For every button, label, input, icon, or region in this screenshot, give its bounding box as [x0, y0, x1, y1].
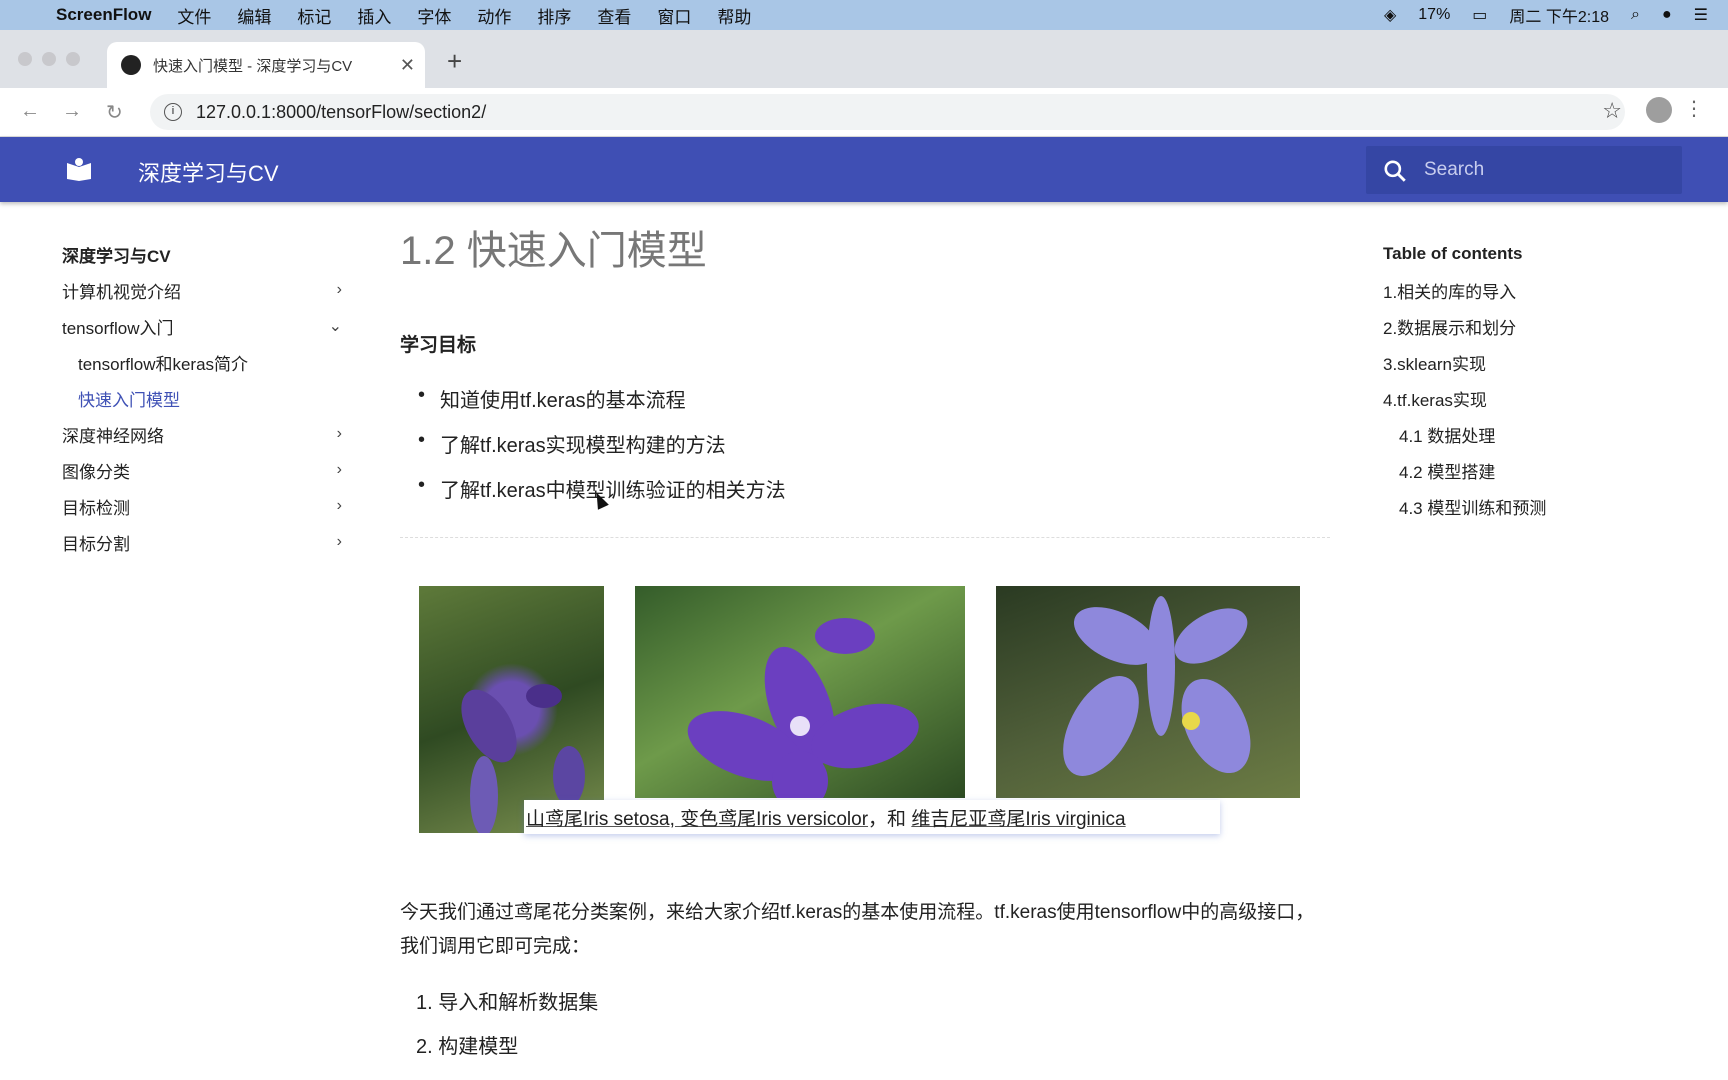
sidebar-item-classification[interactable]: 图像分类 ›	[62, 452, 342, 488]
chevron-right-icon: ›	[336, 281, 342, 298]
toc-item[interactable]: 3.sklearn实现	[1383, 344, 1546, 380]
sidebar-title[interactable]: 深度学习与CV	[62, 236, 342, 272]
chevron-right-icon: ›	[336, 533, 342, 550]
notification-center-icon[interactable]: ☰	[1694, 5, 1708, 25]
sidebar-item-label: tensorflow入门	[62, 318, 174, 338]
iris-virginica-image	[996, 586, 1300, 798]
close-tab-icon[interactable]: ✕	[400, 55, 415, 76]
search-icon	[1384, 160, 1406, 182]
toc-item[interactable]: 2.数据展示和划分	[1383, 308, 1546, 344]
toc-title: Table of contents	[1383, 244, 1523, 263]
intro-paragraph: 今天我们通过鸢尾花分类案例，来给大家介绍tf.keras的基本使用流程。tf.k…	[400, 902, 1315, 957]
menu-file[interactable]: 文件	[177, 3, 211, 28]
sidebar-item-quickstart[interactable]: 快速入门模型	[62, 380, 342, 416]
new-tab-button[interactable]: +	[447, 46, 462, 77]
sidebar-item-label: 目标分割	[62, 534, 130, 554]
caption-link-virginica[interactable]: 维吉尼亚鸢尾Iris virginica	[911, 809, 1125, 830]
divider	[400, 537, 1330, 538]
table-of-contents: Table of contents 1.相关的库的导入 2.数据展示和划分 3.…	[1383, 236, 1546, 524]
battery-percent: 17%	[1418, 6, 1451, 23]
profile-avatar[interactable]	[1646, 97, 1672, 123]
sidebar-item-label: 目标检测	[62, 498, 130, 518]
sidebar-item-dnn[interactable]: 深度神经网络 ›	[62, 416, 342, 452]
address-bar-row: ← → ↻ i 127.0.0.1:8000/tensorFlow/sectio…	[0, 88, 1728, 137]
toc-item[interactable]: 1.相关的库的导入	[1383, 272, 1546, 308]
tab-title: 快速入门模型 - 深度学习与CV	[153, 57, 353, 75]
search-input[interactable]: Search	[1366, 146, 1682, 194]
sidebar-item-detection[interactable]: 目标检测 ›	[62, 488, 342, 524]
sidebar-item-segmentation[interactable]: 目标分割 ›	[62, 524, 342, 560]
menu-kebab-icon[interactable]: ⋮	[1684, 96, 1704, 121]
forward-icon[interactable]: →	[62, 100, 82, 123]
url-input[interactable]: i 127.0.0.1:8000/tensorFlow/section2/	[150, 94, 1625, 130]
zoom-button[interactable]	[66, 52, 80, 66]
sidebar-nav: 深度学习与CV 计算机视觉介绍 › tensorflow入门 ⌄ tensorflo…	[62, 236, 342, 560]
site-name[interactable]: 深度学习与CV	[138, 156, 279, 188]
clock[interactable]: 周二 下午2:18	[1509, 3, 1609, 27]
page-title: 1.2 快速入门模型	[400, 229, 707, 273]
siri-icon[interactable]: ●	[1662, 6, 1672, 24]
menu-help[interactable]: 帮助	[717, 3, 751, 28]
chevron-right-icon: ›	[336, 461, 342, 478]
window-controls[interactable]	[18, 52, 80, 66]
goal-item: 了解tf.keras中模型训练验证的相关方法	[418, 474, 786, 503]
sidebar-item-tf-keras-intro[interactable]: tensorflow和keras简介	[62, 344, 342, 380]
sidebar-item-label: 图像分类	[62, 462, 130, 482]
caption-separator: ，和	[868, 809, 912, 830]
goal-item: 了解tf.keras实现模型构建的方法	[418, 429, 726, 458]
sidebar-item-label: 深度神经网络	[62, 426, 164, 446]
toc-item[interactable]: 4.2 模型搭建	[1383, 452, 1546, 488]
iris-setosa-image	[419, 586, 604, 833]
step-item: 1. 导入和解析数据集	[416, 992, 599, 1014]
iris-versicolor-image	[635, 586, 965, 798]
menu-bar: ScreenFlow 文件 编辑 标记 插入 字体 动作 排序 查看 窗口 帮助…	[0, 0, 1728, 30]
battery-icon[interactable]: ▭	[1472, 5, 1487, 25]
menu-font[interactable]: 字体	[417, 3, 451, 28]
chevron-right-icon: ›	[336, 497, 342, 514]
menu-view[interactable]: 查看	[597, 3, 631, 28]
step-item: 2. 构建模型	[416, 1036, 519, 1058]
menu-arrange[interactable]: 排序	[537, 3, 571, 28]
browser-tab[interactable]: 快速入门模型 - 深度学习与CV ✕	[107, 42, 425, 88]
image-caption: 山鸢尾Iris setosa, 变色鸢尾Iris versicolor，和 维吉…	[524, 800, 1220, 834]
url-text: 127.0.0.1:8000/tensorFlow/section2/	[196, 101, 487, 122]
info-icon[interactable]: i	[164, 103, 182, 121]
menu-app[interactable]: ScreenFlow	[56, 5, 151, 25]
menu-edit[interactable]: 编辑	[237, 3, 271, 28]
toc-item[interactable]: 4.tf.keras实现	[1383, 380, 1546, 416]
chevron-down-icon: ⌄	[328, 318, 342, 335]
menu-window[interactable]: 窗口	[657, 3, 691, 28]
menu-mark[interactable]: 标记	[297, 3, 331, 28]
back-icon[interactable]: ←	[20, 100, 40, 123]
bookmark-star-icon[interactable]: ☆	[1602, 98, 1622, 124]
menu-action[interactable]: 动作	[477, 3, 511, 28]
wifi-icon[interactable]: ◈	[1384, 5, 1396, 25]
sidebar-item-cv-intro[interactable]: 计算机视觉介绍 ›	[62, 272, 342, 308]
goal-heading: 学习目标	[400, 335, 477, 356]
reload-icon[interactable]: ↻	[106, 100, 123, 125]
site-header: 深度学习与CV Search	[0, 137, 1728, 202]
sidebar-item-label: 计算机视觉介绍	[62, 282, 181, 302]
toc-item[interactable]: 4.3 模型训练和预测	[1383, 488, 1546, 524]
book-logo-icon[interactable]	[66, 157, 92, 181]
chevron-right-icon: ›	[336, 425, 342, 442]
tab-bar: 快速入门模型 - 深度学习与CV ✕ +	[0, 30, 1728, 88]
sidebar-item-tensorflow[interactable]: tensorflow入门 ⌄	[62, 308, 342, 344]
search-placeholder: Search	[1424, 159, 1485, 180]
toc-item[interactable]: 4.1 数据处理	[1383, 416, 1546, 452]
favicon-icon	[121, 55, 141, 75]
minimize-button[interactable]	[42, 52, 56, 66]
spotlight-icon[interactable]: ⌕	[1631, 6, 1640, 24]
menu-insert[interactable]: 插入	[357, 3, 391, 28]
goal-item: 知道使用tf.keras的基本流程	[418, 384, 686, 413]
caption-link-setosa-versicolor[interactable]: 山鸢尾Iris setosa, 变色鸢尾Iris versicolor	[526, 809, 868, 830]
close-window-button[interactable]	[18, 52, 32, 66]
